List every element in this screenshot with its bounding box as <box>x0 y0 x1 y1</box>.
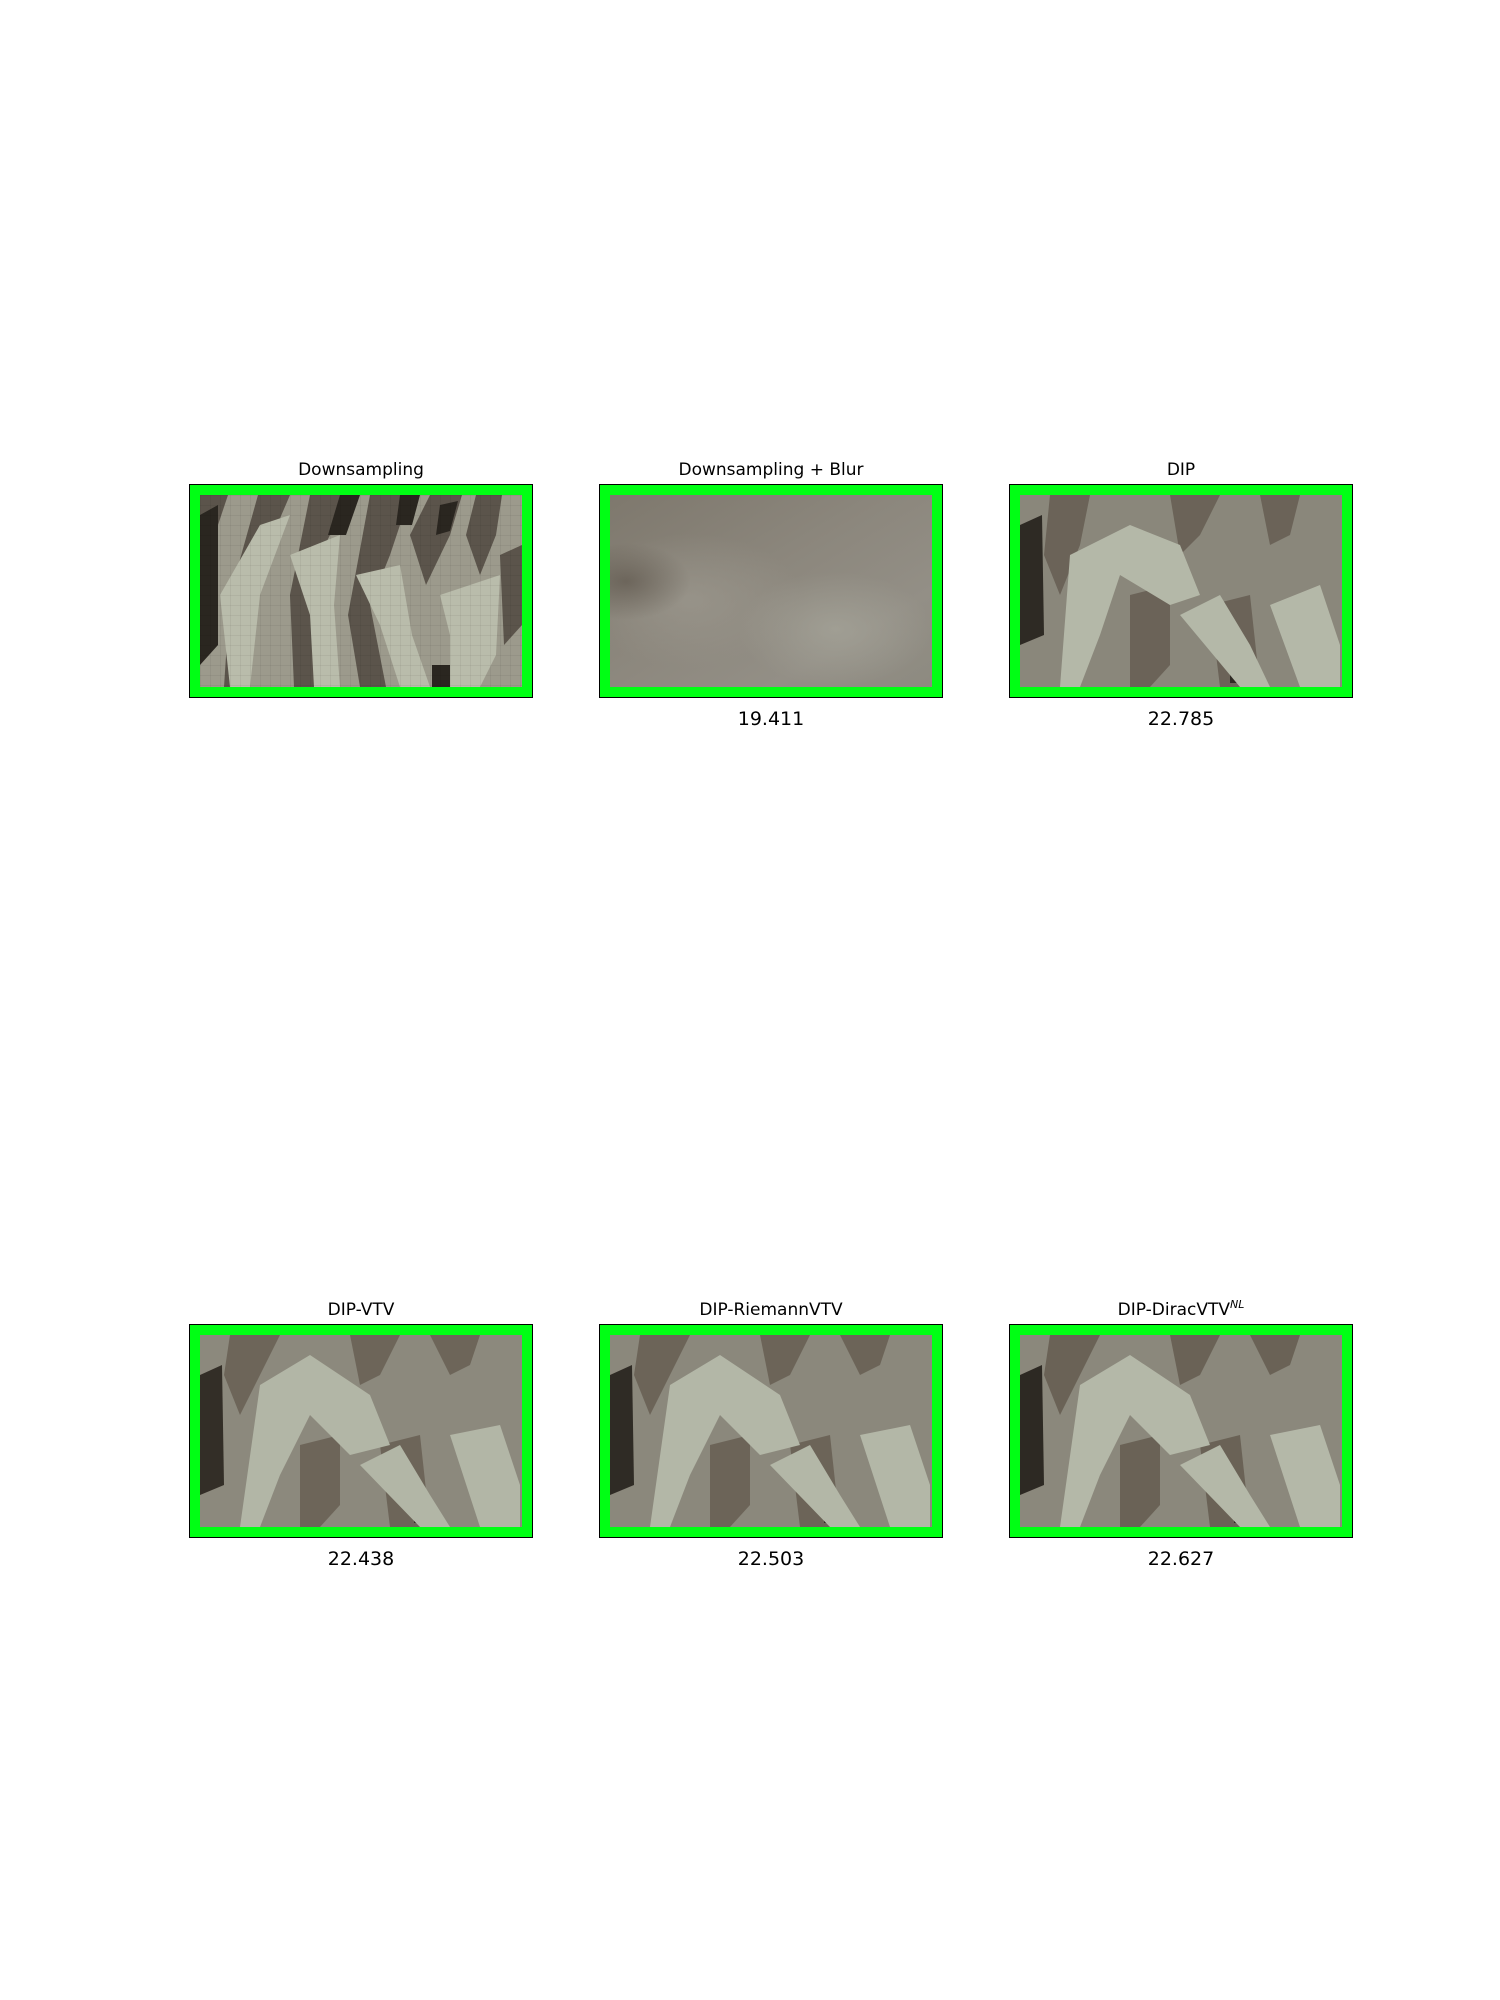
psnr-value: 22.785 <box>1147 708 1215 730</box>
zebra-crop-image <box>200 495 522 687</box>
image-frame <box>189 484 533 698</box>
reconstructed-crop-image <box>200 1335 522 1527</box>
panel-title: DIP <box>1166 460 1196 480</box>
image-frame <box>1009 484 1353 698</box>
blurred-crop-image <box>610 495 932 687</box>
panel-title: DIP-DiracVTVNL <box>1117 1298 1245 1320</box>
reconstructed-crop-image <box>610 1335 932 1527</box>
psnr-value: 22.438 <box>327 1548 395 1570</box>
image-frame <box>1009 1324 1353 1538</box>
panel-title: DIP-VTV <box>327 1300 395 1320</box>
psnr-value: 22.503 <box>737 1548 805 1570</box>
panel-title: DIP-RiemannVTV <box>699 1300 843 1320</box>
image-frame <box>599 1324 943 1538</box>
image-frame <box>599 484 943 698</box>
psnr-value: 22.627 <box>1147 1548 1215 1570</box>
image-frame <box>189 1324 533 1538</box>
reconstructed-crop-image <box>1020 1335 1342 1527</box>
reconstructed-crop-image <box>1020 495 1342 687</box>
panel-title: Downsampling <box>298 460 424 480</box>
panel-title: Downsampling + Blur <box>678 460 864 480</box>
psnr-value: 19.411 <box>737 708 805 730</box>
